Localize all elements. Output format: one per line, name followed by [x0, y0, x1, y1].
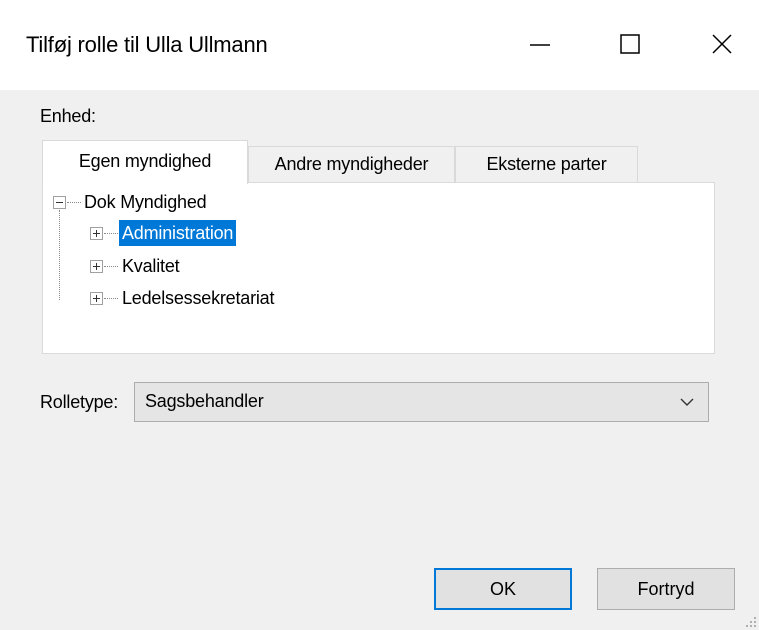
maximize-icon	[620, 34, 640, 54]
tab-label: Andre myndigheder	[274, 154, 429, 174]
tab-label: Egen myndighed	[78, 151, 212, 171]
tree-connector	[59, 210, 60, 300]
tree-node-label: Administration	[119, 220, 237, 246]
tree-node-label: Ledelsessekretariat	[122, 288, 275, 308]
tree-connector	[67, 202, 81, 203]
chevron-down-icon	[680, 398, 694, 406]
ok-button[interactable]: OK	[434, 568, 572, 610]
unit-label: Enhed:	[40, 106, 96, 126]
close-icon	[712, 34, 732, 54]
tree-node-label: Kvalitet	[122, 256, 180, 276]
role-type-value: Sagsbehandler	[145, 391, 264, 411]
tree-connector	[104, 233, 118, 234]
unit-tree[interactable]: Dok Myndighed Administration Kvalitet Le…	[42, 182, 715, 354]
tab-eksterne-parter[interactable]: Eksterne parter	[455, 146, 638, 183]
role-type-label: Rolletype:	[40, 392, 119, 412]
expand-icon[interactable]	[90, 260, 103, 273]
minimize-icon	[530, 44, 550, 46]
maximize-button[interactable]	[610, 24, 650, 64]
dialog-window: Tilføj rolle til Ulla Ullmann Enhed: Ege…	[0, 0, 759, 630]
close-button[interactable]	[702, 24, 742, 64]
minimize-button[interactable]	[520, 24, 560, 64]
tree-node-label: Dok Myndighed	[84, 192, 207, 212]
tab-andre-myndigheder[interactable]: Andre myndigheder	[248, 146, 455, 183]
role-type-select[interactable]: Sagsbehandler	[134, 382, 709, 422]
expand-icon[interactable]	[90, 227, 103, 240]
expand-icon[interactable]	[90, 292, 103, 305]
window-title: Tilføj rolle til Ulla Ullmann	[26, 32, 268, 57]
cancel-button[interactable]: Fortryd	[597, 568, 735, 610]
tab-egen-myndighed[interactable]: Egen myndighed	[42, 140, 248, 184]
collapse-icon[interactable]	[53, 196, 66, 209]
tree-connector	[104, 298, 118, 299]
title-bar: Tilføj rolle til Ulla Ullmann	[0, 0, 759, 90]
resize-grip-icon[interactable]	[745, 616, 757, 628]
tree-connector	[104, 266, 118, 267]
tab-label: Eksterne parter	[486, 154, 607, 174]
